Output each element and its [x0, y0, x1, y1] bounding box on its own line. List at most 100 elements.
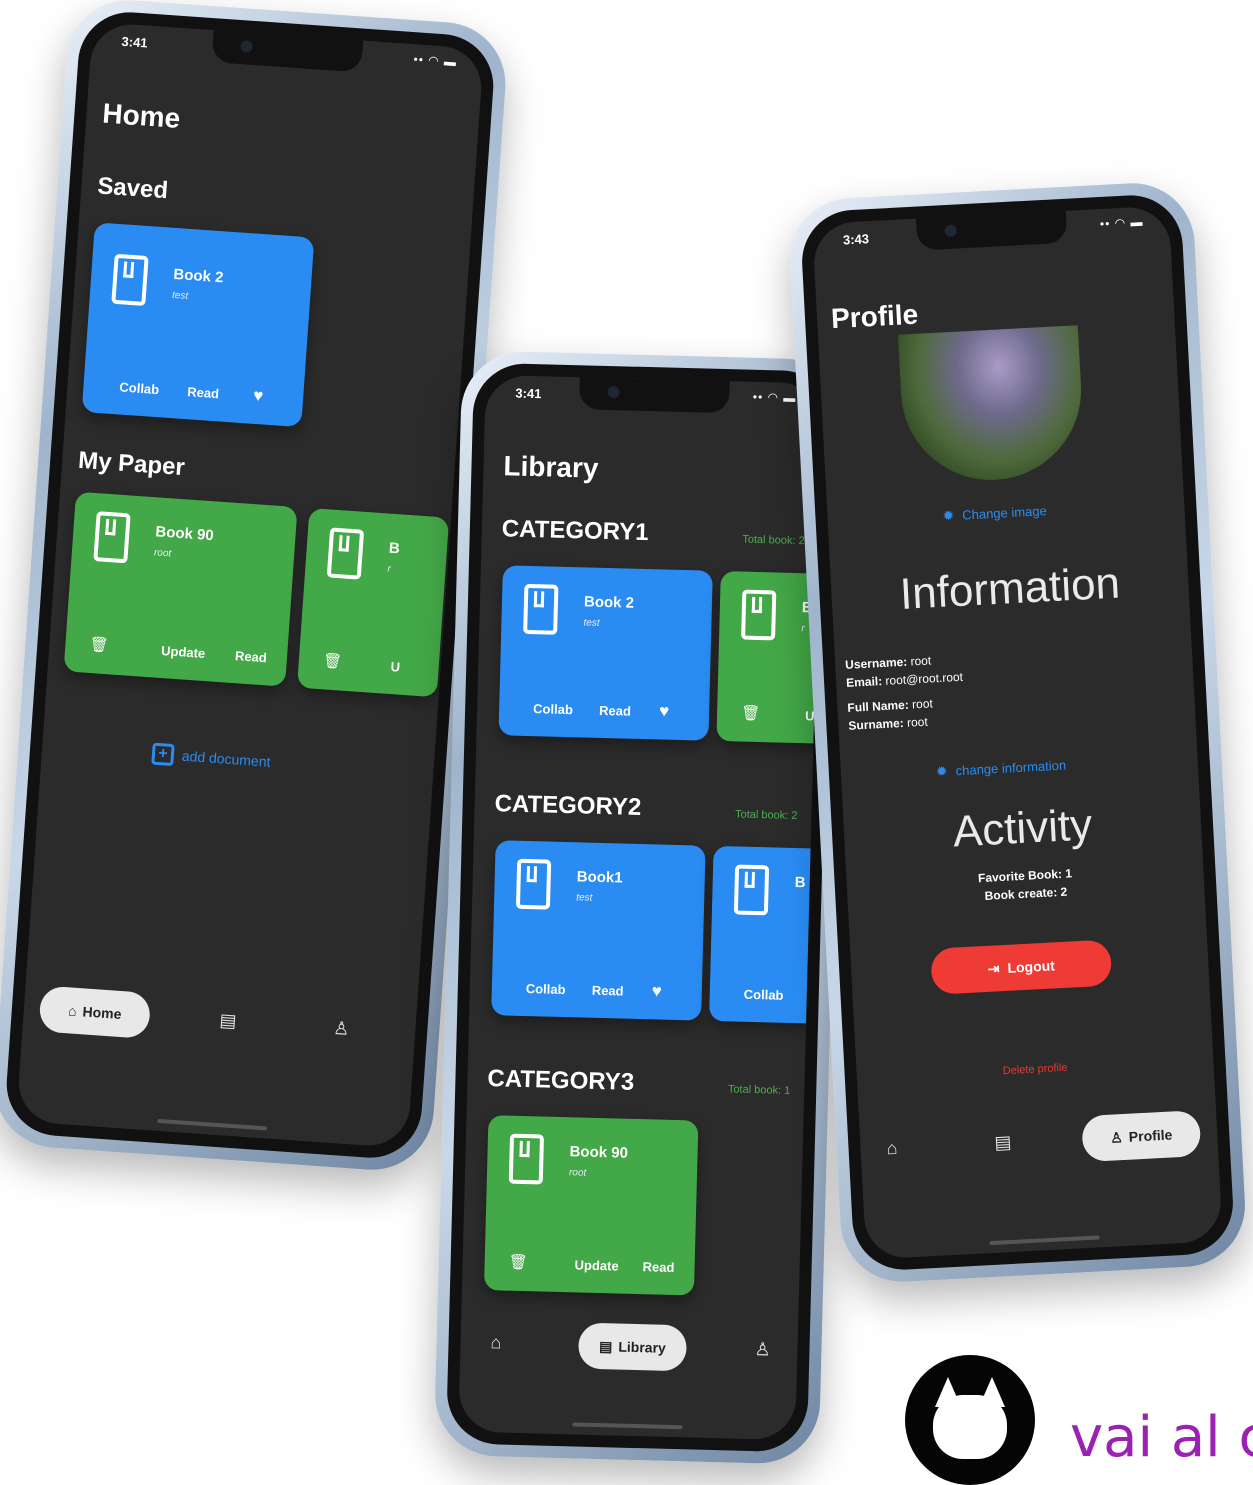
phone-profile: 3:43 •• ◠ ▬ Profile ✹ Change image Infor… [786, 180, 1249, 1285]
paper-book-card-partial[interactable]: B r 🗑 U [296, 507, 450, 698]
github-link-text[interactable]: vai al c [1070, 1405, 1253, 1470]
email-value: root@root.root [885, 669, 964, 688]
nav-home-label: Home [82, 1003, 123, 1023]
update-button[interactable]: Update [161, 643, 206, 661]
book-subtitle: root [568, 1167, 587, 1179]
wifi-battery-icon: •• ◠ ▬ [413, 52, 458, 70]
home-icon: ⌂ [67, 1002, 78, 1019]
activity-heading: Activity [951, 800, 1094, 857]
book-card[interactable]: Book 90 root 🗑 Update Read [483, 1115, 699, 1296]
username-row: Username: root [845, 653, 932, 671]
person-icon[interactable]: ♙ [754, 1339, 771, 1360]
my-paper-heading: My Paper [77, 446, 186, 482]
book-subtitle: test [583, 617, 600, 629]
logout-button[interactable]: ⇥ Logout [930, 939, 1113, 995]
heart-icon[interactable]: ♥ [659, 701, 670, 721]
trash-icon[interactable]: 🗑 [508, 1253, 528, 1271]
book-icon [733, 864, 770, 916]
read-button[interactable]: Read [187, 384, 220, 401]
collab-button[interactable]: Collab [744, 987, 784, 1003]
gear-icon: ✹ [935, 762, 949, 780]
notch [578, 377, 730, 414]
bottom-nav: ⌂ ▤ Library ♙ [460, 1309, 799, 1388]
phone-bezel: 3:41 •• ◠ ▬ Home Saved Book 2 test Colla… [3, 8, 497, 1162]
notch [211, 30, 364, 73]
saved-book-card[interactable]: Book 2 test Collab Read ♥ [81, 222, 315, 428]
trash-icon[interactable]: 🗑 [741, 704, 761, 722]
notch [915, 210, 1067, 251]
trash-icon[interactable]: 🗑 [89, 635, 109, 654]
delete-profile-link[interactable]: Delete profile [857, 1054, 1214, 1085]
home-icon[interactable]: ⌂ [886, 1138, 898, 1160]
collab-button[interactable]: Collab [119, 379, 160, 397]
bottom-nav: ⌂ Home ▤ ♙ [21, 974, 417, 1071]
library-icon: ▤ [598, 1337, 613, 1354]
wifi-battery-icon: •• ◠ ▬ [752, 389, 797, 405]
phone-bezel: 3:41 •• ◠ ▬ Library CATEGORY1 Total book… [445, 362, 836, 1453]
change-information-button[interactable]: ✹ change information [936, 757, 1067, 781]
book-icon [93, 511, 131, 564]
category-heading: CATEGORY1 [501, 515, 649, 547]
update-button[interactable]: U [390, 659, 400, 675]
logout-label: Logout [1007, 957, 1056, 976]
book-card-partial[interactable]: B Collab I [709, 845, 823, 1024]
logout-icon: ⇥ [987, 959, 1000, 977]
home-icon[interactable]: ⌂ [490, 1332, 501, 1353]
category-total: Total book: 2 [742, 533, 805, 548]
surname-value: root [906, 714, 929, 730]
home-indicator [989, 1235, 1100, 1246]
change-information-label: change information [955, 757, 1067, 779]
change-image-button[interactable]: ✹ Change image [942, 502, 1047, 524]
book-card[interactable]: Book 2 test Collab Read ♥ [498, 565, 713, 741]
nav-profile-label: Profile [1128, 1126, 1173, 1145]
username-value: root [910, 653, 932, 669]
book-subtitle: test [171, 289, 189, 302]
book-subtitle: r [387, 563, 392, 575]
home-indicator [571, 1422, 682, 1430]
collab-button[interactable]: Collab [533, 701, 573, 717]
fullname-value: root [911, 696, 934, 712]
nav-library[interactable]: ▤ Library [577, 1322, 688, 1372]
book-icon [523, 583, 559, 635]
nav-profile[interactable]: ♙ Profile [1081, 1110, 1202, 1163]
book-icon [741, 589, 777, 641]
library-screen: 3:41 •• ◠ ▬ Library CATEGORY1 Total book… [458, 374, 823, 1441]
read-button[interactable]: I [810, 988, 814, 1003]
book-icon [326, 527, 365, 580]
status-time: 3:43 [842, 231, 870, 248]
nav-library-label: Library [618, 1338, 667, 1356]
book-card[interactable]: Book1 test Collab Read ♥ [491, 840, 706, 1021]
book-title: Book 90 [154, 523, 215, 545]
phone-bezel: 3:43 •• ◠ ▬ Profile ✹ Change image Infor… [799, 192, 1236, 1273]
book-icon [111, 253, 149, 307]
read-button[interactable]: Read [592, 983, 624, 999]
username-label: Username: [844, 654, 908, 672]
paper-book-card[interactable]: Book 90 root 🗑 Update Read [63, 491, 298, 687]
add-document-button[interactable]: + add document [151, 742, 272, 773]
heart-icon[interactable]: ♥ [652, 981, 663, 1001]
fullname-row: Full Name: root [847, 696, 933, 714]
heart-icon[interactable]: ♥ [253, 386, 264, 407]
trash-icon[interactable]: 🗑 [322, 651, 342, 670]
phone-home: 3:41 •• ◠ ▬ Home Saved Book 2 test Colla… [0, 0, 510, 1174]
email-row: Email: root@root.root [846, 670, 963, 690]
collab-button[interactable]: Collab [526, 981, 566, 997]
add-document-icon: + [151, 742, 175, 767]
category-total: Total book: 2 [734, 808, 798, 823]
surname-row: Surname: root [848, 715, 928, 733]
read-button[interactable]: Read [599, 703, 631, 719]
update-button[interactable]: Update [574, 1257, 618, 1273]
book-title: Book 2 [172, 265, 224, 287]
read-button[interactable]: Read [642, 1259, 674, 1275]
library-icon[interactable]: ▤ [219, 1010, 237, 1032]
information-heading: Information [898, 558, 1122, 619]
person-icon[interactable]: ♙ [333, 1018, 350, 1040]
library-icon[interactable]: ▤ [994, 1132, 1012, 1154]
category-total: Total book: 1 [727, 1083, 791, 1097]
add-document-label: add document [181, 747, 272, 770]
github-icon[interactable] [905, 1355, 1035, 1485]
nav-home[interactable]: ⌂ Home [38, 985, 152, 1039]
github-ear-right [979, 1377, 1005, 1407]
read-button[interactable]: Read [235, 648, 268, 665]
page-title: Profile [830, 298, 919, 335]
